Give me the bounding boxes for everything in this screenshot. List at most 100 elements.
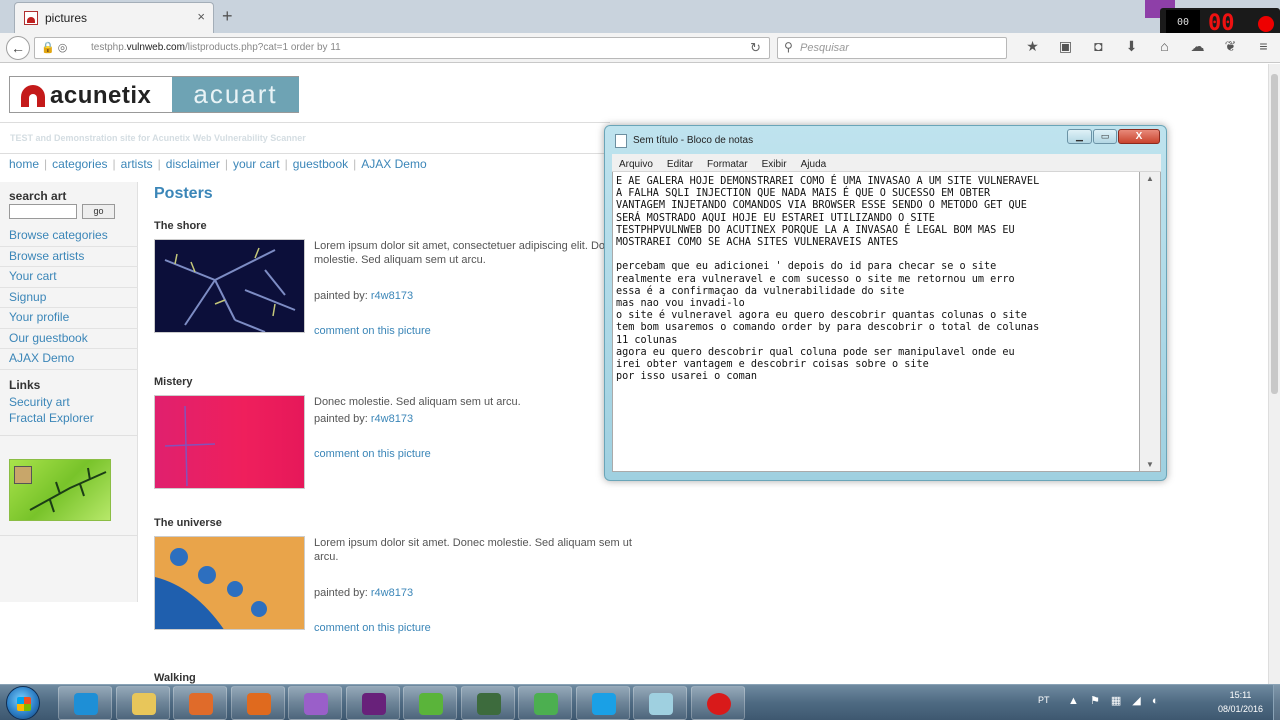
taskbar-app-notepad[interactable] [633, 686, 687, 720]
taskbar-app-record[interactable] [690, 686, 745, 720]
menu-ajuda[interactable]: Ajuda [794, 156, 834, 170]
minimize-button[interactable]: ▁ [1067, 129, 1092, 144]
product-description: Donec molestie. Sed aliquam sem ut arcu. [314, 396, 521, 408]
taskbar-app-utorrent[interactable] [403, 686, 457, 720]
download-icon[interactable]: ⬇ [1115, 38, 1148, 58]
home-icon[interactable]: ⌂ [1148, 38, 1181, 58]
start-button[interactable] [6, 686, 40, 720]
scroll-down-icon[interactable]: ▼ [1146, 460, 1154, 469]
nav-guestbook[interactable]: guestbook [293, 157, 348, 171]
menu-icon[interactable]: ≡ [1247, 38, 1280, 58]
menu-arquivo[interactable]: Arquivo [612, 156, 660, 170]
url-site-info-icon[interactable]: 🔒 ◎ [41, 41, 67, 54]
nav-artists[interactable]: artists [121, 157, 153, 171]
reload-icon[interactable]: ↻ [750, 40, 761, 56]
link-security-art[interactable]: Security art [9, 394, 94, 410]
sidebar-item-your-profile[interactable]: Your profile [0, 308, 138, 329]
url-text[interactable]: testphp.vulnweb.com/listproducts.php?cat… [91, 42, 341, 53]
url-bar[interactable]: 🔒 ◎ testphp.vulnweb.com/listproducts.php… [34, 37, 770, 59]
page-scrollbar[interactable] [1268, 64, 1280, 684]
nav-home[interactable]: home [9, 157, 39, 171]
extension-icon[interactable]: ❦ [1214, 38, 1247, 58]
back-button[interactable]: ← [6, 36, 30, 60]
painted-by-label: painted by: [314, 413, 371, 425]
notepad-menu-bar: Arquivo Editar Formatar Exibir Ajuda [612, 154, 1161, 172]
nav-ajax-demo[interactable]: AJAX Demo [361, 157, 426, 171]
language-indicator[interactable]: PT [1038, 695, 1050, 705]
maximize-button[interactable]: ▭ [1093, 129, 1117, 144]
menu-formatar[interactable]: Formatar [700, 156, 755, 170]
comment-link[interactable]: comment on this picture [314, 448, 431, 460]
new-tab-button[interactable]: + [222, 6, 233, 27]
clock-time[interactable]: 15:11 [1218, 690, 1263, 700]
sidebar-item-browse-artists[interactable]: Browse artists [0, 247, 138, 267]
sidebar-item-signup[interactable]: Signup [0, 288, 138, 308]
record-icon[interactable] [1258, 16, 1274, 32]
sidebar-item-browse-categories[interactable]: Browse categories [0, 226, 138, 247]
artist-link[interactable]: r4w8173 [371, 587, 413, 599]
tray-icons[interactable]: ▲ ⚑ ▦ ◢ ◐ [1068, 694, 1162, 707]
page-scrollbar-thumb[interactable] [1271, 74, 1278, 394]
taskbar-app-visual-studio[interactable] [345, 686, 400, 720]
taskbar-app-camtasia[interactable] [288, 686, 342, 720]
product-card: Walking [154, 672, 654, 684]
product-card: Mistery Donec molestie. Sed aliquam sem … [154, 376, 654, 516]
taskbar-app-skype[interactable] [575, 686, 630, 720]
notepad-scrollbar[interactable]: ▲ ▼ [1140, 172, 1161, 472]
taskbar-app-media[interactable] [173, 686, 227, 720]
taskbar-app-recycle[interactable] [518, 686, 572, 720]
product-title[interactable]: The universe [154, 517, 222, 529]
site-logo[interactable]: acunetix acuart [9, 76, 299, 113]
ie-icon [74, 693, 98, 715]
logo-acunetix-text: acunetix [50, 82, 152, 109]
nav-separator: | [224, 157, 228, 171]
notepad-window[interactable]: Sem título - Bloco de notas ▁ ▭ X Arquiv… [604, 125, 1167, 481]
pocket-icon[interactable]: ◘ [1082, 38, 1115, 58]
taskbar-app-ie[interactable] [58, 686, 112, 720]
acunetix-logo-mark-icon [21, 85, 45, 107]
nav-your-cart[interactable]: your cart [233, 157, 280, 171]
fractal-explorer-banner[interactable] [9, 459, 111, 521]
search-go-button[interactable]: go [82, 204, 115, 219]
product-title[interactable]: The shore [154, 220, 207, 232]
taskbar-app-terminal[interactable] [460, 686, 515, 720]
painted-by: painted by: r4w8173 [314, 587, 413, 599]
close-button[interactable]: X [1118, 129, 1160, 144]
fractal-image [164, 247, 296, 332]
bookmark-star-icon[interactable]: ★ [1016, 38, 1049, 58]
url-path: /listproducts.php?cat=1 order by 11 [184, 42, 341, 53]
artist-link[interactable]: r4w8173 [371, 413, 413, 425]
notepad-icon [649, 693, 673, 715]
browser-tab[interactable]: pictures × [14, 2, 214, 33]
search-bar[interactable]: ⚲ Pesquisar [777, 37, 1007, 59]
library-icon[interactable]: ▣ [1049, 38, 1082, 58]
product-title[interactable]: Mistery [154, 376, 193, 388]
chat-icon[interactable]: ☁ [1181, 38, 1214, 58]
sidebar-item-your-cart[interactable]: Your cart [0, 267, 138, 288]
clock-date[interactable]: 08/01/2016 [1213, 704, 1268, 714]
sidebar-item-ajax-demo[interactable]: AJAX Demo [0, 349, 138, 370]
media-icon [189, 693, 213, 715]
scroll-up-icon[interactable]: ▲ [1146, 174, 1154, 183]
taskbar-app-firefox[interactable] [230, 686, 285, 720]
comment-link[interactable]: comment on this picture [314, 325, 431, 337]
notepad-text-area[interactable]: E AE GALERA HOJE DEMONSTRAREI COMO É UMA… [612, 172, 1140, 472]
product-image-mistery[interactable] [154, 395, 305, 489]
menu-exibir[interactable]: Exibir [755, 156, 794, 170]
taskbar-app-explorer[interactable] [115, 686, 170, 720]
show-desktop-button[interactable] [1273, 685, 1280, 720]
link-fractal-explorer[interactable]: Fractal Explorer [9, 410, 94, 426]
nav-categories[interactable]: categories [52, 157, 107, 171]
product-image-the-shore[interactable] [154, 239, 305, 333]
close-tab-icon[interactable]: × [197, 9, 205, 24]
search-art-input[interactable] [9, 204, 77, 219]
comment-link[interactable]: comment on this picture [314, 622, 431, 634]
product-title[interactable]: Walking [154, 672, 196, 684]
artist-link[interactable]: r4w8173 [371, 290, 413, 302]
fractal-image [155, 548, 267, 629]
menu-editar[interactable]: Editar [660, 156, 700, 170]
nav-disclaimer[interactable]: disclaimer [166, 157, 220, 171]
product-image-the-universe[interactable] [154, 536, 305, 630]
terminal-icon [476, 693, 501, 715]
sidebar-item-our-guestbook[interactable]: Our guestbook [0, 329, 138, 349]
